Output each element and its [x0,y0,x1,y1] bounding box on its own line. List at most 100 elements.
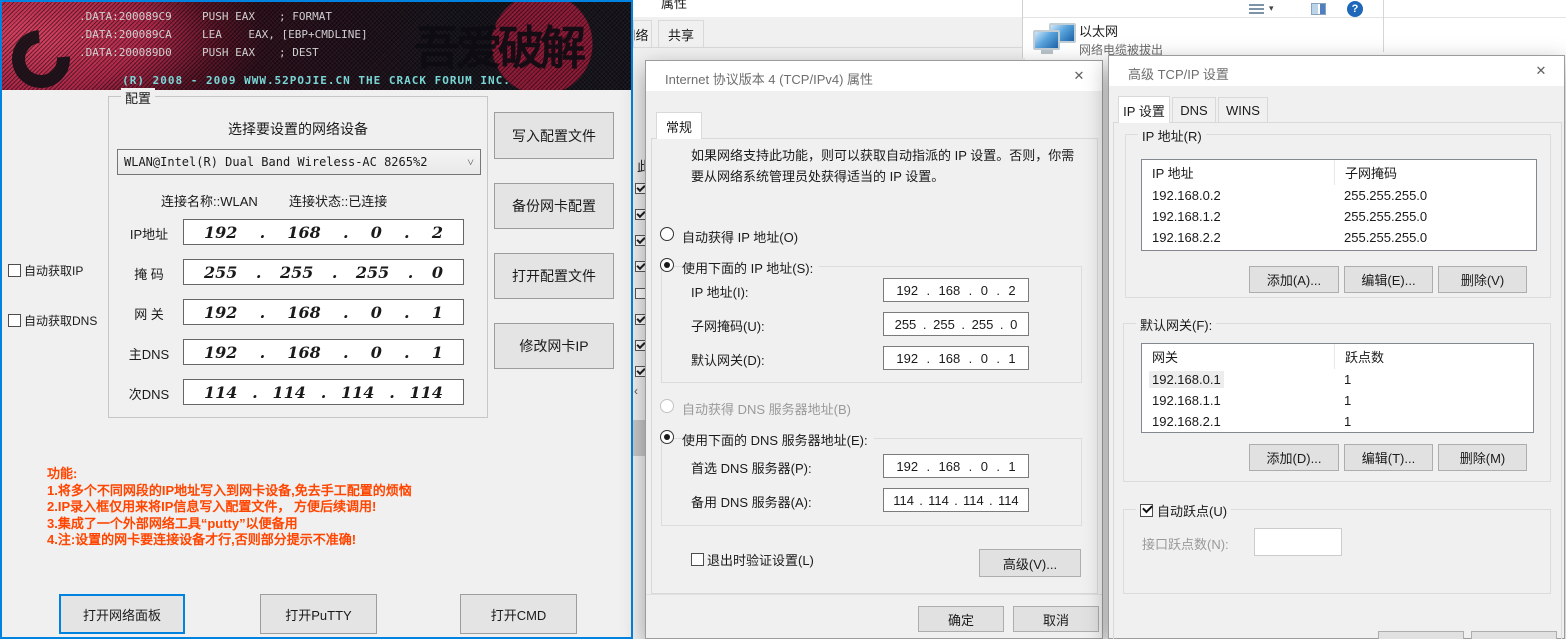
ip-address-input[interactable]: 192.168.0.2 [183,219,464,245]
close-icon[interactable]: ✕ [1057,62,1101,90]
table-row[interactable]: 192.168.0.2 255.255.255.0 [1142,185,1536,206]
alternate-dns-field[interactable]: 114.114.114.114 [883,488,1029,512]
auto-ip-radio-label[interactable]: 自动获得 IP 地址(O) [682,227,798,246]
table-row[interactable]: 192.168.2.1 1 [1142,411,1533,432]
octet: 2 [432,223,443,242]
auto-ip-checkbox-row[interactable]: 自动获取IP [8,262,83,279]
subnet-mask-field[interactable]: 255.255.255.0 [883,312,1029,336]
interface-metric-input[interactable] [1254,528,1342,556]
col-ip-address[interactable]: IP 地址 [1142,163,1334,182]
octet: 192 [204,223,237,242]
default-gateway-field[interactable]: 192.168.0.1 [883,346,1029,370]
manual-dns-radio[interactable] [660,430,674,444]
tab-wins[interactable]: WINS [1218,97,1268,123]
open-config-button[interactable]: 打开配置文件 [494,253,614,299]
secondary-dns-row: 次DNS 114.114.114.114 [109,379,487,405]
auto-ip-radio[interactable] [660,227,674,241]
octet: 114 [204,383,237,402]
gateways-table[interactable]: 网关 跃点数 192.168.0.1 1 192.168.1.1 1 192.1… [1141,343,1534,433]
52pojie-logo: 吾爱破解 [414,12,582,78]
remove-gateway-button[interactable]: 删除(M) [1438,444,1527,471]
scroll-left-icon[interactable]: ‹ [634,384,638,398]
subnet-mask-label: 子网掩码(U): [691,316,765,335]
dropdown-arrow-icon[interactable]: ▾ [1269,3,1274,14]
backup-nic-button[interactable]: 备份网卡配置 [494,183,614,229]
modify-nic-ip-button[interactable]: 修改网卡IP [494,323,614,369]
open-network-panel-button[interactable]: 打开网络面板 [59,594,185,634]
auto-metric-legend[interactable]: 自动跃点(U) [1136,501,1231,520]
auto-metric-checkbox[interactable] [1140,504,1153,517]
auto-dns-label: 自动获取DNS [24,312,97,329]
adapter-name[interactable]: 以太网 [1079,21,1118,40]
ok-button[interactable]: 确定 [918,606,1004,632]
secondary-dns-input[interactable]: 114.114.114.114 [183,379,464,405]
auto-metric-label: 自动跃点(U) [1157,501,1227,520]
advanced-button[interactable]: 高级(V)... [979,549,1081,577]
edit-gateway-button[interactable]: 编辑(T)... [1344,444,1433,471]
auto-dns-checkbox[interactable] [8,314,21,327]
auto-ip-checkbox[interactable] [8,264,21,277]
octet: 0 [371,223,382,242]
validate-settings-checkbox-row[interactable]: 退出时验证设置(L) [691,550,814,569]
ip-addresses-table[interactable]: IP 地址 子网掩码 192.168.0.2 255.255.255.0 192… [1141,159,1537,251]
dialog-titlebar[interactable]: 高级 TCP/IP 设置 ✕ [1109,56,1564,86]
col-metric[interactable]: 跃点数 [1334,344,1533,369]
add-ip-button[interactable]: 添加(A)... [1249,266,1339,293]
remove-ip-button[interactable]: 删除(V) [1438,266,1527,293]
open-cmd-button[interactable]: 打开CMD [460,594,577,634]
gateways-group-title: 默认网关(F): [1136,315,1216,334]
dialog-titlebar[interactable]: Internet 协议版本 4 (TCP/IPv4) 属性 ✕ [646,61,1102,91]
note-line: 3.集成了一个外部网络工具“putty”以便备用 [47,516,412,533]
add-gateway-button[interactable]: 添加(D)... [1249,444,1339,471]
view-options-icon[interactable] [1249,4,1264,15]
dialog-title: Internet 协议版本 4 (TCP/IPv4) 属性 [665,69,873,88]
tab-general[interactable]: 常规 [656,112,702,139]
octet: 0 [432,263,443,282]
table-row[interactable]: 192.168.1.1 1 [1142,390,1533,411]
mask-field-row: 掩 码 255.255.255.0 [109,259,487,285]
help-icon[interactable]: ? [1347,1,1363,17]
network-device-value: WLAN@Intel(R) Dual Band Wireless-AC 8265… [124,155,467,169]
table-row[interactable]: 192.168.1.2 255.255.255.0 [1142,206,1536,227]
manual-ip-radio-label[interactable]: 使用下面的 IP 地址(S): [682,258,819,277]
table-row[interactable]: 192.168.2.2 255.255.255.0 [1142,227,1536,248]
close-icon[interactable]: ✕ [1519,57,1563,85]
table-header[interactable]: 网关 跃点数 [1142,344,1533,369]
cancel-button[interactable]: 取消 [1013,606,1099,632]
col-gateway[interactable]: 网关 [1142,347,1334,366]
validate-settings-checkbox[interactable] [691,553,704,566]
alternate-dns-label: 备用 DNS 服务器(A): [691,492,812,511]
ethernet-adapter-icon[interactable] [1033,23,1081,55]
network-device-combobox[interactable]: WLAN@Intel(R) Dual Band Wireless-AC 8265… [117,149,481,175]
table-header[interactable]: IP 地址 子网掩码 [1142,160,1536,185]
auto-dns-checkbox-row[interactable]: 自动获取DNS [8,312,97,329]
device-select-label: 选择要设置的网络设备 [109,119,487,139]
tab-network[interactable]: 网络 [633,20,652,48]
asm-line: .DATA:200089C9PUSH EAX; FORMAT [79,8,332,26]
preferred-dns-label: 首选 DNS 服务器(P): [691,458,812,477]
edit-ip-button[interactable]: 编辑(E)... [1344,266,1433,293]
manual-dns-radio-label[interactable]: 使用下面的 DNS 服务器地址(E): [682,430,874,449]
octet: 192 [204,343,237,362]
gateway-input[interactable]: 192.168.0.1 [183,299,464,325]
tab-ip-settings[interactable]: IP 设置 [1118,96,1170,123]
octet: 1 [432,303,443,322]
table-row-selected[interactable]: 192.168.0.1 1 [1142,369,1533,390]
ok-button-partial[interactable] [1378,631,1464,639]
primary-dns-input[interactable]: 192.168.0.1 [183,339,464,365]
subnet-mask-input[interactable]: 255.255.255.0 [183,259,464,285]
chevron-down-icon[interactable]: ˅ [467,155,474,170]
write-config-button[interactable]: 写入配置文件 [494,112,614,159]
columns-view-icon[interactable] [1311,3,1326,15]
ip-address-field[interactable]: 192.168.0.2 [883,278,1029,302]
open-putty-button[interactable]: 打开PuTTY [260,594,377,634]
asm-line: .DATA:200089CALEA EAX, [EBP+CMDLINE] [79,26,332,44]
cancel-button-partial[interactable] [1471,631,1557,639]
preferred-dns-field[interactable]: 192.168.0.1 [883,454,1029,478]
col-subnet-mask[interactable]: 子网掩码 [1334,160,1536,185]
connection-name: 连接名称::WLAN [161,191,258,210]
tab-dns[interactable]: DNS [1172,97,1216,123]
tab-sharing[interactable]: 共享 [658,20,704,48]
manual-ip-radio[interactable] [660,258,674,272]
auto-ip-label: 自动获取IP [24,262,83,279]
